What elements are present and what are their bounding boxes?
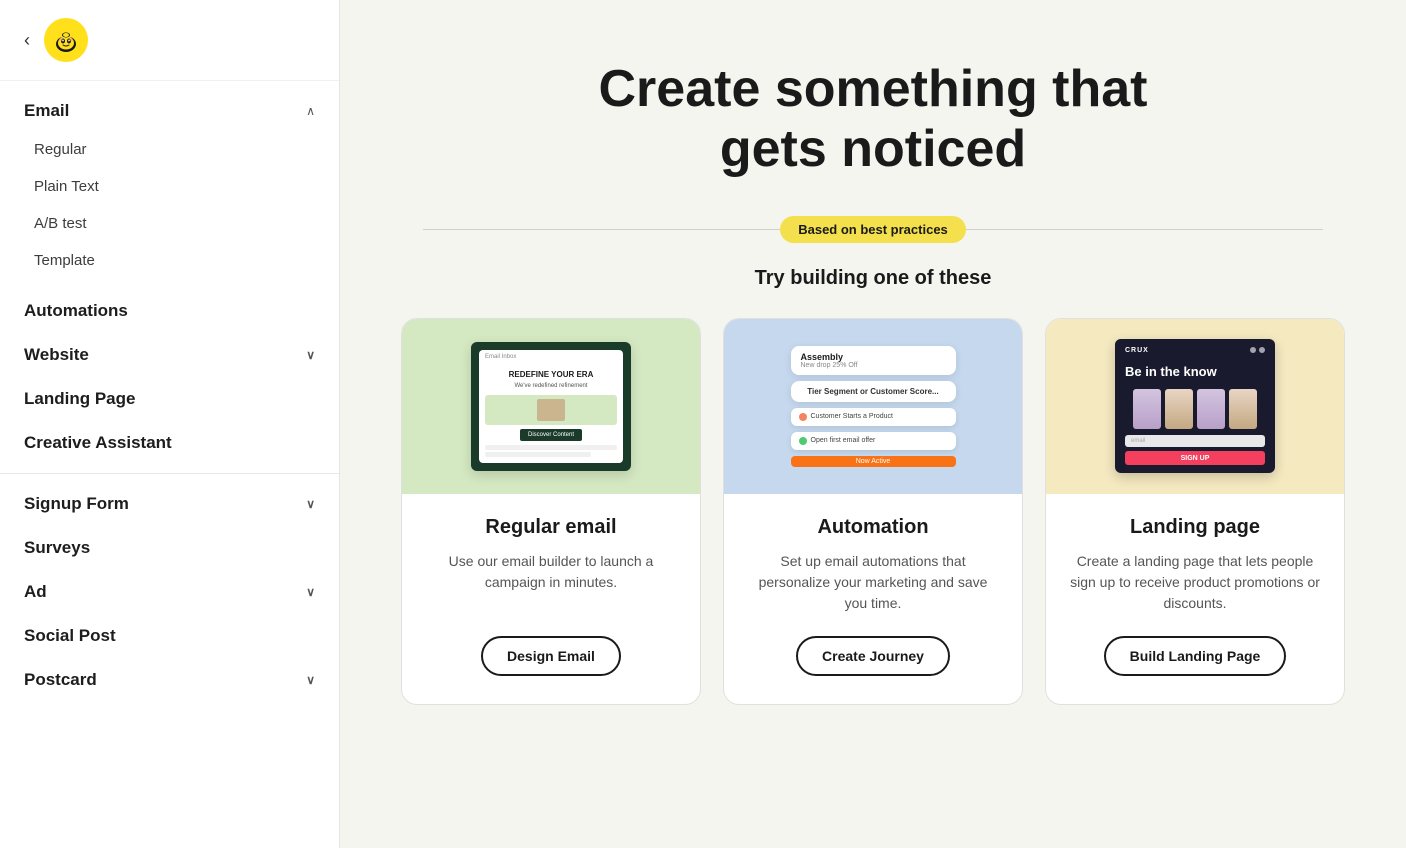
website-chevron: ∨ [306, 348, 315, 362]
email-section-title: Email [24, 101, 69, 121]
card-body-regular-email: Regular email Use our email builder to l… [402, 494, 700, 704]
build-landing-page-button[interactable]: Build Landing Page [1104, 636, 1287, 676]
create-journey-button[interactable]: Create Journey [796, 636, 950, 676]
sidebar-item-surveys[interactable]: Surveys [0, 526, 339, 570]
landing-page-illustration: CRUX Be in the know email [1115, 339, 1275, 474]
email-section-header[interactable]: Email ∧ [0, 91, 339, 131]
automation-illustration: Assembly New drop 25% Off Tier Segment o… [791, 346, 956, 467]
card-description-landing-page: Create a landing page that lets people s… [1070, 551, 1320, 614]
email-chevron: ∧ [306, 104, 315, 118]
sidebar-item-ad[interactable]: Ad ∨ [0, 570, 339, 614]
card-body-automation: Automation Set up email automations that… [724, 494, 1022, 704]
sidebar-item-ab-test[interactable]: A/B test [0, 205, 339, 242]
divider-right [966, 229, 1323, 230]
sidebar-header: ‹ [0, 0, 339, 81]
card-body-landing-page: Landing page Create a landing page that … [1046, 494, 1344, 704]
card-description-regular-email: Use our email builder to launch a campai… [426, 551, 676, 614]
card-image-automation: Assembly New drop 25% Off Tier Segment o… [724, 319, 1022, 494]
sidebar-item-template[interactable]: Template [0, 242, 339, 279]
main-content: Create something that gets noticed Based… [340, 0, 1406, 848]
sidebar-item-plain-text[interactable]: Plain Text [0, 168, 339, 205]
card-title-landing-page: Landing page [1130, 516, 1260, 539]
card-title-regular-email: Regular email [485, 516, 616, 539]
divider-with-badge: Based on best practices [423, 216, 1323, 243]
sidebar-item-postcard[interactable]: Postcard ∨ [0, 658, 339, 702]
card-landing-page: CRUX Be in the know email [1045, 318, 1345, 705]
ad-chevron: ∨ [306, 585, 315, 599]
card-description-automation: Set up email automations that personaliz… [748, 551, 998, 614]
hero-title: Create something that gets noticed [573, 60, 1173, 180]
sidebar-item-signup-form[interactable]: Signup Form ∨ [0, 482, 339, 526]
sidebar-item-automations[interactable]: Automations [0, 289, 339, 333]
try-building-text: Try building one of these [755, 267, 992, 290]
sidebar-item-creative-assistant[interactable]: Creative Assistant [0, 421, 339, 465]
back-button[interactable]: ‹ [20, 30, 34, 51]
card-regular-email: Email Inbox REDEFINE YOUR ERA We've rede… [401, 318, 701, 705]
email-section: Email ∧ Regular Plain Text A/B test Temp… [0, 81, 339, 289]
card-image-landing-page: CRUX Be in the know email [1046, 319, 1344, 494]
email-preview-illustration: Email Inbox REDEFINE YOUR ERA We've rede… [471, 342, 631, 471]
sidebar-item-landing-page[interactable]: Landing Page [0, 377, 339, 421]
sidebar-item-social-post[interactable]: Social Post [0, 614, 339, 658]
card-image-regular-email: Email Inbox REDEFINE YOUR ERA We've rede… [402, 319, 700, 494]
back-icon: ‹ [24, 30, 30, 51]
sidebar-item-regular[interactable]: Regular [0, 131, 339, 168]
sidebar-divider [0, 473, 339, 474]
card-automation: Assembly New drop 25% Off Tier Segment o… [723, 318, 1023, 705]
mailchimp-logo [44, 18, 88, 62]
signup-form-chevron: ∨ [306, 497, 315, 511]
design-email-button[interactable]: Design Email [481, 636, 621, 676]
divider-left [423, 229, 780, 230]
best-practices-badge: Based on best practices [780, 216, 966, 243]
sidebar: ‹ Email ∧ Regular Plain Text [0, 0, 340, 848]
sidebar-item-website[interactable]: Website ∨ [0, 333, 339, 377]
postcard-chevron: ∨ [306, 673, 315, 687]
cards-container: Email Inbox REDEFINE YOUR ERA We've rede… [393, 318, 1353, 705]
card-title-automation: Automation [817, 516, 928, 539]
